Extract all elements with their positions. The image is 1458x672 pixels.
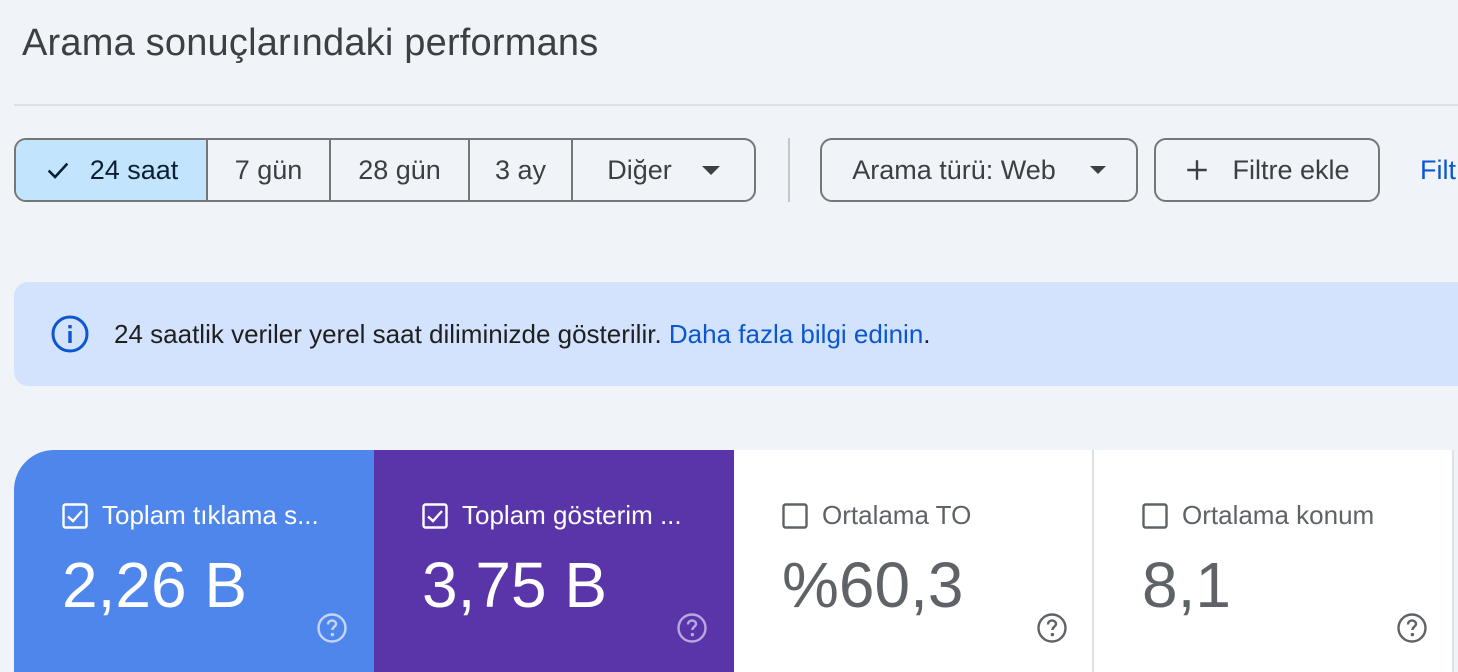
help-icon[interactable] — [316, 612, 348, 644]
metric-card-average-position[interactable]: Ortalama konum 8,1 — [1094, 450, 1454, 672]
date-option-label: 3 ay — [494, 154, 547, 185]
page-title: Arama sonuçlarındaki performans — [22, 22, 599, 64]
metric-card-total-impressions[interactable]: Toplam gösterim ... 3,75 B — [374, 450, 734, 672]
add-filter-button[interactable]: Filtre ekle — [1154, 138, 1380, 202]
info-banner: 24 saatlik veriler yerel saat diliminizd… — [14, 282, 1458, 386]
metric-label: Toplam gösterim ... — [462, 500, 682, 530]
plus-icon — [1187, 160, 1208, 180]
help-icon[interactable] — [1036, 612, 1068, 644]
info-banner-message: 24 saatlik veriler yerel saat diliminizd… — [114, 318, 662, 349]
help-icon[interactable] — [676, 612, 708, 644]
checkbox-unchecked-icon[interactable] — [782, 502, 808, 529]
info-banner-text: 24 saatlik veriler yerel saat diliminizd… — [114, 319, 931, 350]
date-option-label: 7 gün — [234, 154, 303, 185]
metric-label-row: Toplam gösterim ... — [422, 500, 682, 531]
reset-filters-link[interactable]: Filt — [1420, 155, 1456, 186]
date-option-label: Diğer — [607, 154, 672, 185]
metric-label-row: Ortalama TO — [782, 500, 971, 531]
help-icon[interactable] — [1396, 612, 1428, 644]
info-banner-suffix: . — [923, 318, 931, 349]
metric-value: %60,3 — [782, 549, 964, 621]
add-filter-label: Filtre ekle — [1232, 154, 1350, 185]
checkbox-unchecked-icon[interactable] — [1142, 502, 1168, 529]
date-option-28d[interactable]: 28 gün — [331, 140, 470, 200]
metric-label-row: Ortalama konum — [1142, 500, 1374, 531]
check-icon — [47, 162, 68, 179]
learn-more-link[interactable]: Daha fazla bilgi edinin — [669, 319, 923, 349]
metric-card-average-ctr[interactable]: Ortalama TO %60,3 — [734, 450, 1094, 672]
info-icon — [51, 315, 89, 353]
metric-label: Ortalama konum — [1182, 500, 1375, 530]
metric-value: 3,75 B — [422, 549, 608, 621]
checkbox-checked-icon[interactable] — [422, 502, 448, 529]
date-option-7d[interactable]: 7 gün — [208, 140, 331, 200]
metric-value: 8,1 — [1142, 549, 1231, 621]
checkbox-checked-icon[interactable] — [62, 502, 88, 529]
metric-card-total-clicks[interactable]: Toplam tıklama s... 2,26 B — [14, 450, 374, 672]
date-option-label: 24 saat — [89, 154, 179, 185]
arrow-drop-down-icon — [701, 165, 720, 175]
arrow-drop-down-icon — [1089, 166, 1106, 174]
date-option-24h[interactable]: 24 saat — [16, 140, 208, 200]
metric-cards: Toplam tıklama s... 2,26 B Toplam göster… — [14, 450, 1454, 672]
title-divider — [14, 104, 1458, 106]
search-type-label: Arama türü: Web — [852, 154, 1056, 185]
date-option-other-dropdown[interactable]: Diğer — [573, 140, 754, 200]
metric-label: Ortalama TO — [822, 500, 972, 530]
toolbar-divider — [788, 138, 790, 202]
search-type-dropdown[interactable]: Arama türü: Web — [820, 138, 1138, 202]
metric-label-row: Toplam tıklama s... — [62, 500, 319, 531]
date-option-label: 28 gün — [358, 154, 441, 185]
metric-label: Toplam tıklama s... — [102, 500, 319, 530]
date-range-selector: 24 saat 7 gün 28 gün 3 ay Diğer — [14, 138, 756, 202]
metric-value: 2,26 B — [62, 549, 248, 621]
date-option-3m[interactable]: 3 ay — [470, 140, 573, 200]
